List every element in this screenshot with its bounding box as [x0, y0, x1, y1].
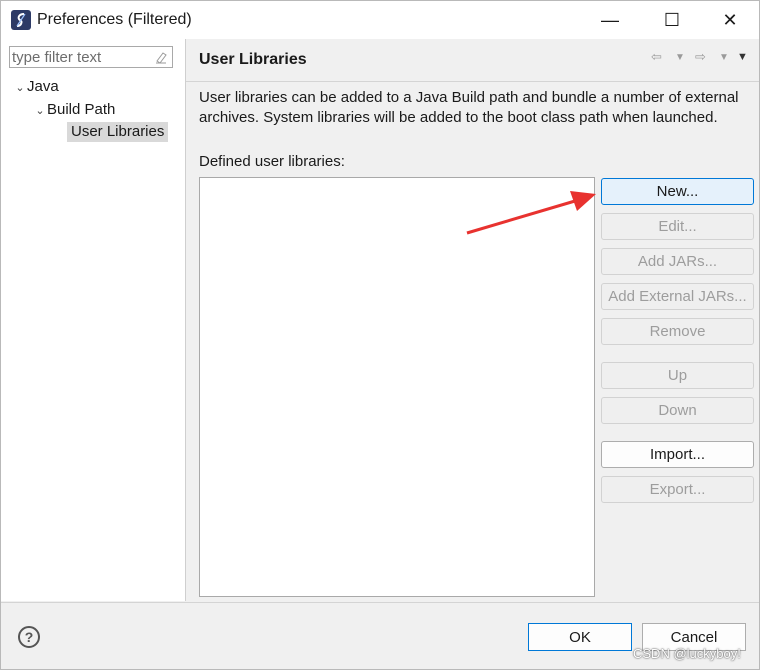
chevron-down-icon[interactable]: ⌄: [13, 78, 27, 98]
chevron-down-icon[interactable]: ⌄: [33, 101, 47, 121]
add-jars-button[interactable]: Add JARs...: [601, 248, 754, 275]
ok-button[interactable]: OK: [528, 623, 632, 651]
tree-item-build-path[interactable]: ⌄ Build Path: [33, 100, 115, 120]
back-menu-chevron-icon[interactable]: ▼: [675, 52, 685, 63]
history-nav: ⇦ ▼ ⇨ ▼ ▼: [649, 49, 751, 67]
add-external-jars-button[interactable]: Add External JARs...: [601, 283, 754, 310]
maximize-icon: ☐: [663, 9, 681, 30]
view-menu-icon[interactable]: ▼: [737, 51, 748, 63]
import-button[interactable]: Import...: [601, 441, 754, 468]
libraries-list-label: Defined user libraries:: [199, 153, 345, 170]
tree-item-java[interactable]: ⌄ Java: [13, 77, 59, 98]
up-button[interactable]: Up: [601, 362, 754, 389]
filter-input[interactable]: [12, 48, 150, 66]
maximize-button[interactable]: ☐: [649, 1, 695, 39]
title-bar: Preferences (Filtered) — ☐ ✕: [1, 1, 759, 39]
minimize-button[interactable]: —: [587, 1, 633, 39]
export-button[interactable]: Export...: [601, 476, 754, 503]
preference-tree-pane: ⌄Java ⌄Build Path User Libraries: [1, 39, 186, 601]
back-arrow-icon[interactable]: ⇦: [651, 49, 662, 65]
header-divider: [186, 81, 759, 82]
help-icon[interactable]: ?: [18, 626, 40, 648]
forward-menu-chevron-icon[interactable]: ▼: [719, 52, 729, 63]
minimize-icon: —: [601, 9, 619, 30]
user-libraries-list[interactable]: [199, 177, 595, 597]
forward-arrow-icon[interactable]: ⇨: [695, 49, 706, 65]
tree-item-user-libraries[interactable]: User Libraries: [67, 122, 169, 142]
new-button[interactable]: New...: [601, 178, 754, 205]
page-title: User Libraries: [199, 51, 307, 68]
tree-item-label: Java: [27, 78, 59, 95]
close-icon: ✕: [722, 9, 738, 30]
tree-item-label: User Libraries: [71, 123, 165, 140]
preferences-window: Preferences (Filtered) — ☐ ✕ ⌄Java ⌄Buil…: [0, 0, 760, 670]
watermark: CSDN @luckyboy!: [633, 646, 741, 661]
down-button[interactable]: Down: [601, 397, 754, 424]
clear-filter-icon[interactable]: [154, 50, 168, 64]
window-title: Preferences (Filtered): [37, 11, 192, 28]
filter-box: [9, 46, 173, 68]
page-description: User libraries can be added to a Java Bu…: [199, 89, 739, 126]
edit-button[interactable]: Edit...: [601, 213, 754, 240]
eclipse-app-icon: [11, 10, 31, 30]
footer-divider: [1, 602, 759, 603]
tree-item-label: Build Path: [47, 101, 116, 118]
remove-button[interactable]: Remove: [601, 318, 754, 345]
close-button[interactable]: ✕: [707, 1, 753, 39]
